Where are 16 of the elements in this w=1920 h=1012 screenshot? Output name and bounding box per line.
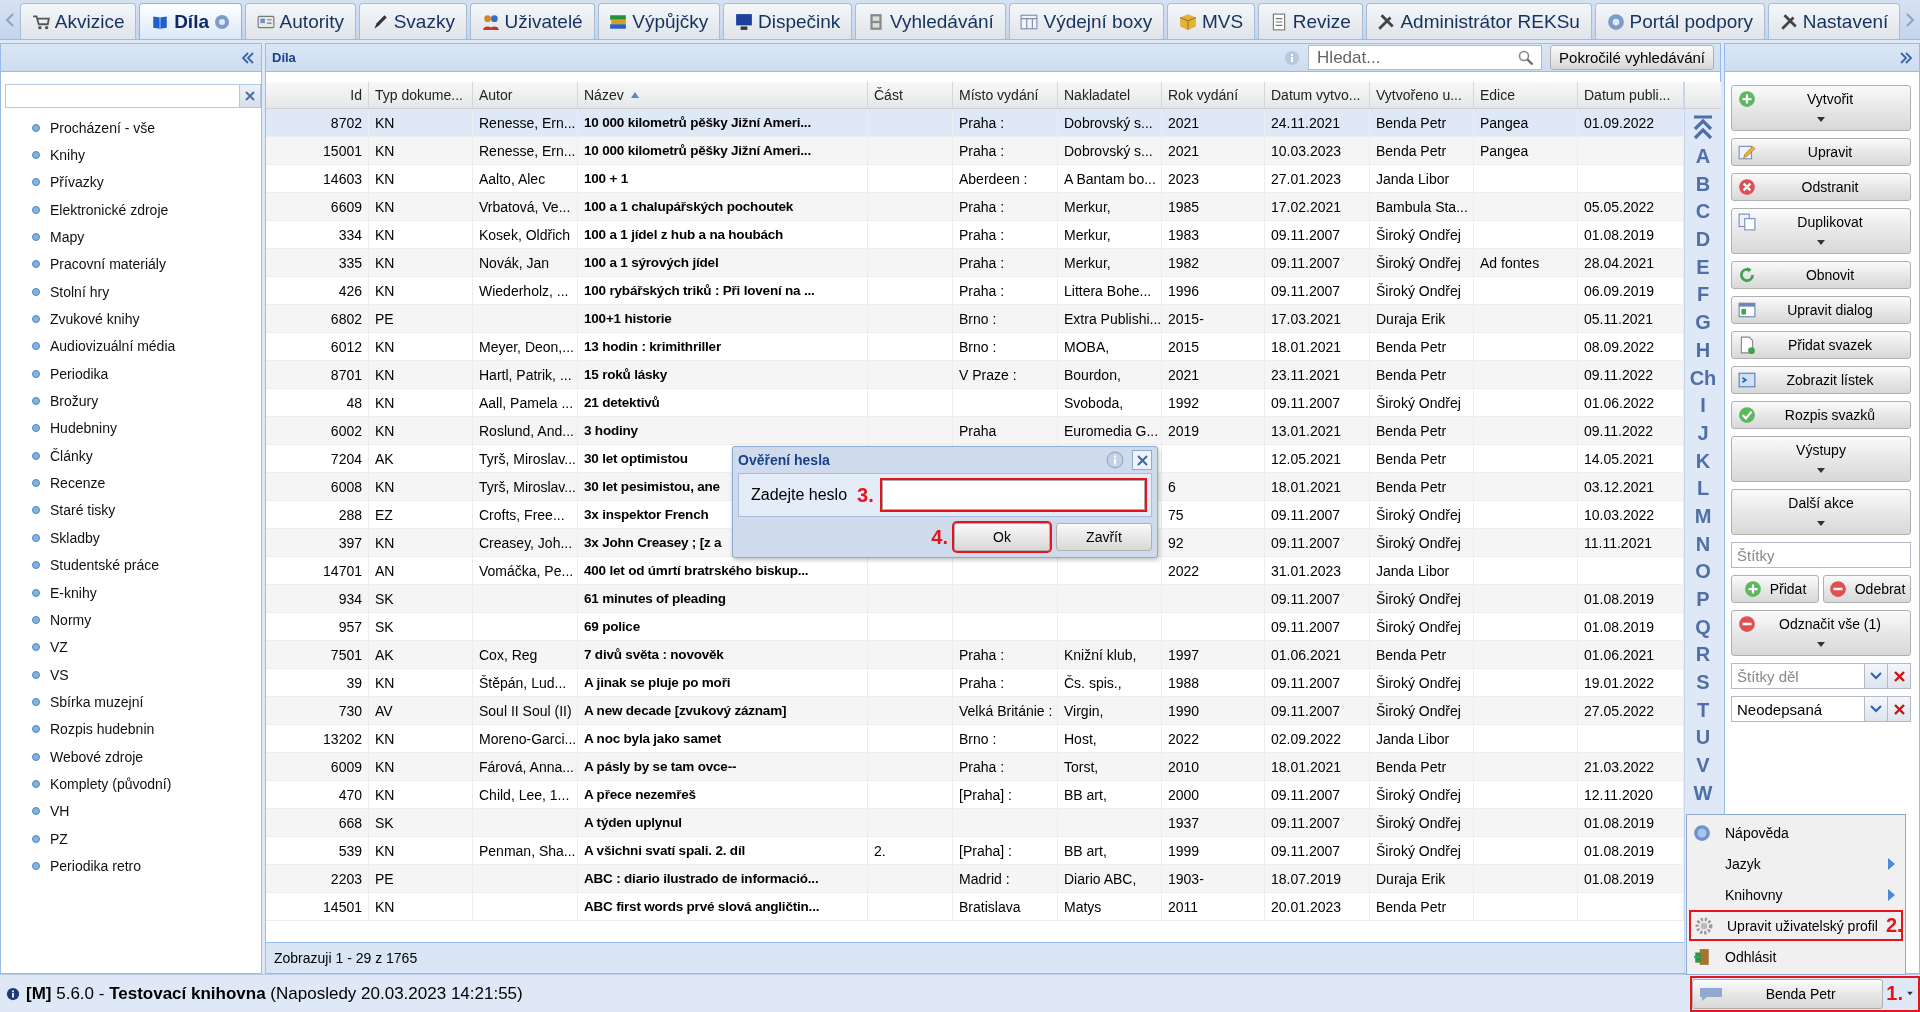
table-cell: 20.01.2023: [1265, 893, 1370, 921]
step-number: 1.: [1886, 982, 1903, 1005]
table-cell: Matys: [1058, 893, 1162, 921]
table-cell: KN: [369, 893, 473, 921]
dialog-title: Ověření hesla: [738, 452, 830, 468]
step-number: 2.: [1885, 914, 1903, 937]
table-cell: 14501: [266, 893, 369, 921]
table-cell: ABC first words prvé slová angličtin...: [578, 893, 868, 921]
table-cell: Benda Petr: [1370, 893, 1474, 921]
step-number: 4.: [931, 525, 948, 549]
field-label: Zadejte heslo: [751, 486, 848, 504]
panel-title: Díla: [272, 50, 296, 65]
table-cell: 2011: [1162, 893, 1265, 921]
table-cell: Bratislava: [953, 893, 1058, 921]
paging-info: Zobrazuji 1 - 29 z 1765: [266, 942, 1684, 973]
status-text: [M] 5.6.0 - Testovací knihovna (Naposledy 20.03.2023 14:21:55): [26, 983, 523, 1004]
